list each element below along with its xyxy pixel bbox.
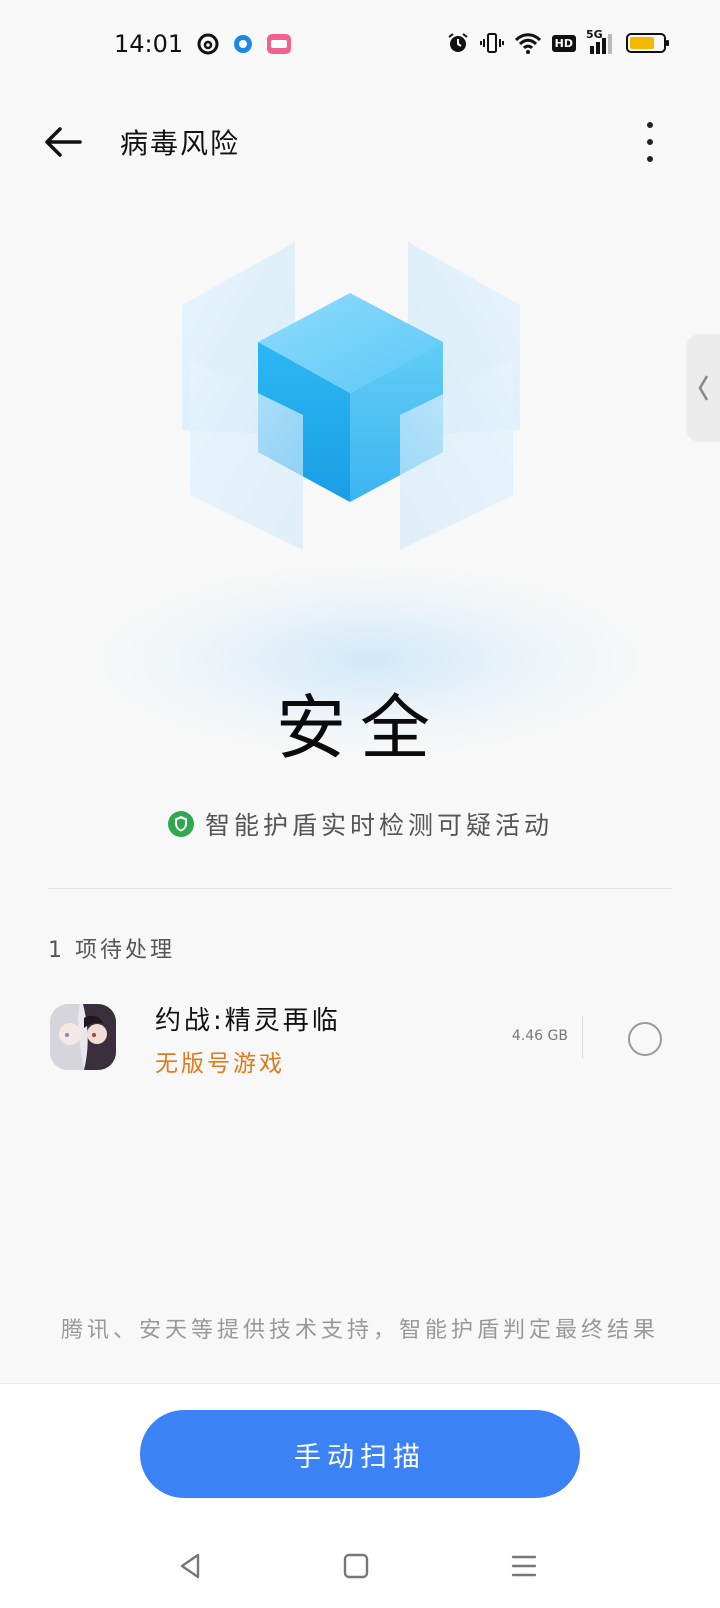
vibrate-icon (479, 31, 504, 55)
nav-recents-button[interactable] (504, 1546, 544, 1586)
tech-support-note: 腾讯、安天等提供技术支持，智能护盾判定最终结果 (60, 1318, 659, 1343)
menu-recents-icon (511, 1555, 537, 1577)
signal-5g-icon: 5G (586, 28, 616, 56)
app-name: 约战:精灵再临 (155, 1006, 341, 1036)
app-risk-tag: 无版号游戏 (155, 1051, 285, 1077)
page-title: 病毒风险 (120, 127, 241, 160)
blue-dot-app-icon (232, 33, 254, 55)
shield-info: 智能护盾实时检测可疑活动 (0, 806, 720, 842)
system-icons: HD 5G (446, 28, 670, 56)
status-time: 14:01 (114, 30, 184, 58)
netease-music-icon (196, 32, 220, 56)
dot (647, 139, 653, 145)
security-cube-illustration (160, 230, 560, 570)
divider (48, 888, 672, 889)
status-bar: 14:01 HD 5G (0, 0, 720, 92)
side-panel-handle[interactable] (686, 334, 720, 442)
dot (647, 156, 653, 162)
app-header: 病毒风险 (0, 100, 720, 184)
manual-scan-button[interactable]: 手动扫描 (140, 1410, 580, 1498)
app-size: 4.46 GB (511, 1028, 568, 1044)
chevron-left-icon (698, 375, 709, 401)
more-options-button[interactable] (640, 122, 660, 162)
battery-icon (626, 32, 670, 54)
shield-icon (167, 810, 195, 838)
system-navigation-bar (0, 1540, 720, 1592)
hd-icon: HD (551, 34, 576, 52)
row-separator (582, 1016, 583, 1058)
security-status-title: 安全 (276, 687, 444, 769)
back-button[interactable] (40, 120, 88, 164)
dot (647, 122, 653, 128)
pending-count-label: 1 项待处理 (48, 938, 175, 963)
nav-back-button[interactable] (170, 1546, 210, 1586)
shield-description: 智能护盾实时检测可疑活动 (204, 811, 553, 840)
square-home-icon (343, 1553, 369, 1579)
bilibili-icon (266, 32, 292, 56)
arrow-left-icon (45, 127, 82, 157)
pending-app-row[interactable]: 约战:精灵再临 无版号游戏 4.46 GB (0, 996, 720, 1084)
select-checkbox[interactable] (628, 1022, 662, 1056)
nav-home-button[interactable] (336, 1546, 376, 1586)
triangle-back-icon (180, 1553, 200, 1579)
notification-icons (196, 32, 292, 56)
app-icon (50, 1004, 116, 1070)
alarm-icon (446, 31, 470, 55)
wifi-icon (514, 31, 542, 55)
